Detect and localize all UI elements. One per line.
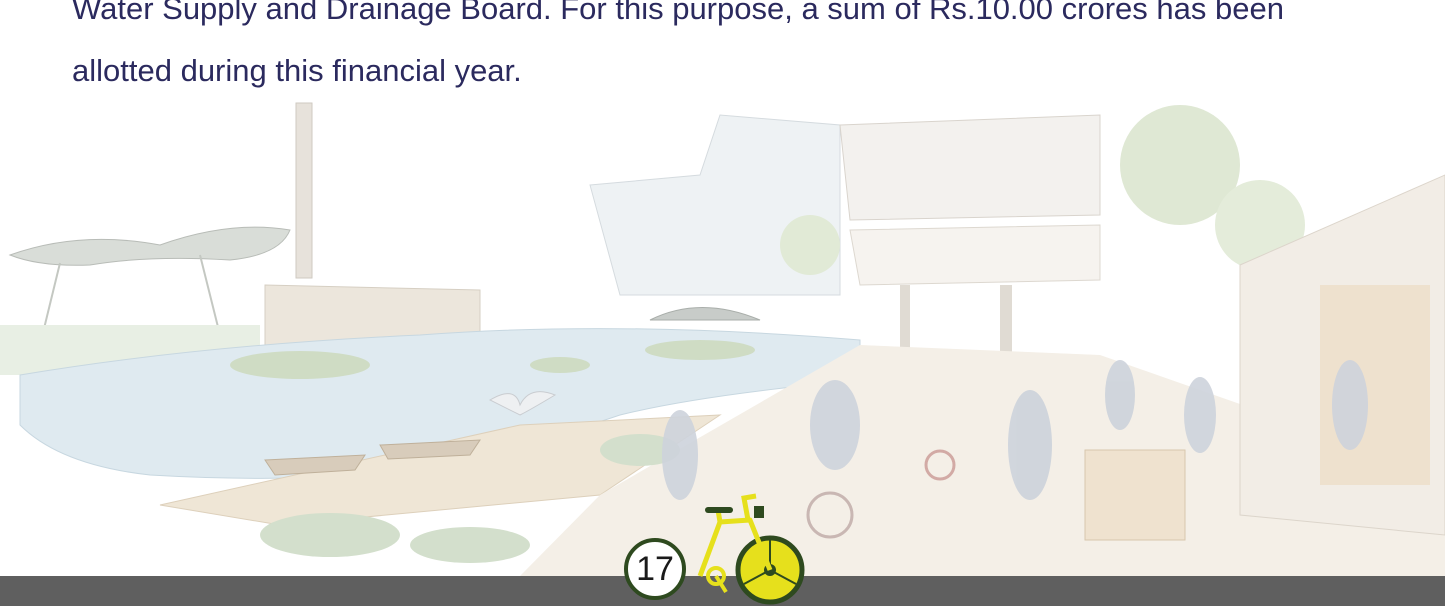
body-paragraph: Water Supply and Drainage Board. For thi… — [72, 0, 1392, 102]
page-number: 17 — [636, 549, 674, 588]
page-number-badge: 17 — [624, 538, 686, 600]
paragraph-line-1: Water Supply and Drainage Board. For thi… — [72, 0, 1284, 26]
bicycle-icon — [697, 493, 805, 605]
paragraph-line-2: allotted during this financial year. — [72, 53, 522, 88]
